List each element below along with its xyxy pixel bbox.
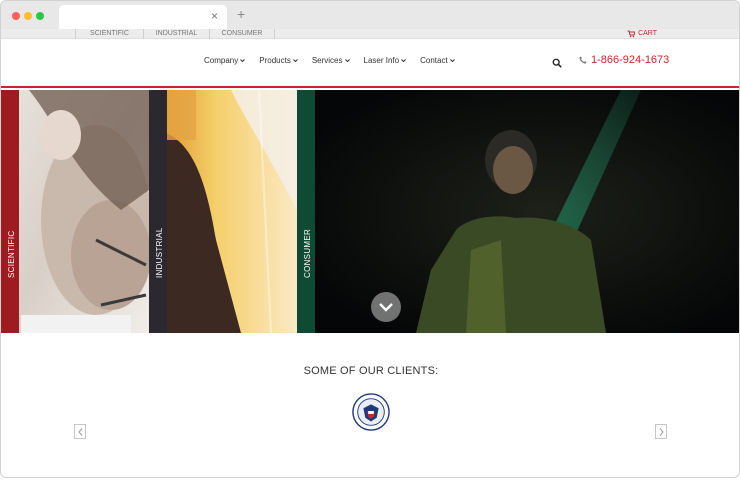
site-header: Company Products Services Laser Info Con… <box>1 40 739 88</box>
nav-label: Contact <box>420 56 448 65</box>
nav-label: Company <box>204 56 239 65</box>
new-tab-button[interactable]: + <box>237 6 245 22</box>
nav-item-services[interactable]: Services <box>312 56 350 65</box>
nav-item-products[interactable]: Products <box>259 56 298 65</box>
close-window-button[interactable] <box>12 12 20 20</box>
panel-label-wrap: CONSUMER <box>298 178 314 278</box>
nav-item-laser-info[interactable]: Laser Info <box>364 56 407 65</box>
cart-link[interactable]: CART <box>627 29 657 39</box>
topbar-link-scientific[interactable]: SCIENTIFIC <box>75 29 143 39</box>
panel-label: INDUSTRIAL <box>155 227 164 278</box>
carousel-next-button[interactable] <box>655 424 667 439</box>
chevron-right-icon <box>659 428 664 436</box>
browser-window: × + SCIENTIFIC INDUSTRIAL CONSUMER CART … <box>0 0 740 478</box>
chevron-down-icon <box>379 303 393 312</box>
hero-panel-scientific[interactable]: SCIENTIFIC <box>1 90 149 333</box>
seal-logo[interactable] <box>352 393 390 431</box>
chevron-down-icon <box>401 59 406 63</box>
clients-title: SOME OF OUR CLIENTS: <box>303 365 439 377</box>
nav-label: Products <box>259 56 291 65</box>
maximize-window-button[interactable] <box>36 12 44 20</box>
chevron-down-icon <box>344 59 350 63</box>
panel-label-wrap: SCIENTIFIC <box>2 178 18 278</box>
chevron-left-icon <box>78 428 83 436</box>
nav-label: Laser Info <box>363 56 400 65</box>
topbar-link-consumer[interactable]: CONSUMER <box>209 29 275 39</box>
nav-item-contact[interactable]: Contact <box>420 56 455 65</box>
carousel-prev-button[interactable] <box>74 424 86 439</box>
minimize-window-button[interactable] <box>24 12 32 20</box>
panel-label-bar: SCIENTIFIC <box>1 90 19 333</box>
panel-label-bar: INDUSTRIAL <box>149 90 167 333</box>
tab-close-icon[interactable]: × <box>211 9 218 23</box>
cart-label: CART <box>638 30 657 37</box>
phone-link[interactable]: 1-866-924-1673 <box>579 54 669 66</box>
phone-number: 1-866-924-1673 <box>591 54 670 66</box>
phone-icon <box>579 56 587 64</box>
panel-label: SCIENTIFIC <box>7 230 16 278</box>
main-nav: Company Products Services Laser Info Con… <box>204 56 455 65</box>
chevron-down-icon <box>449 59 455 63</box>
category-topbar: SCIENTIFIC INDUSTRIAL CONSUMER CART <box>1 29 739 39</box>
hero-panel-consumer[interactable]: CONSUMER <box>297 90 739 333</box>
browser-tabstrip: × + <box>1 1 739 29</box>
panel-label-bar: CONSUMER <box>297 90 315 333</box>
scroll-down-button[interactable] <box>371 292 401 322</box>
hero-banner: SCIENTIFIC INDUSTRIAL CONSUMER <box>1 90 739 333</box>
cart-icon <box>627 30 636 38</box>
panel-label-wrap: INDUSTRIAL <box>150 178 166 278</box>
nav-item-company[interactable]: Company <box>204 56 246 65</box>
search-icon[interactable] <box>552 58 562 68</box>
browser-tab[interactable]: × <box>59 5 227 29</box>
nav-label: Services <box>311 56 343 65</box>
panel-label: CONSUMER <box>303 228 312 278</box>
hero-panel-industrial[interactable]: INDUSTRIAL <box>149 90 297 333</box>
chevron-down-icon <box>292 59 298 63</box>
topbar-link-industrial[interactable]: INDUSTRIAL <box>143 29 209 39</box>
chevron-down-icon <box>240 59 246 63</box>
